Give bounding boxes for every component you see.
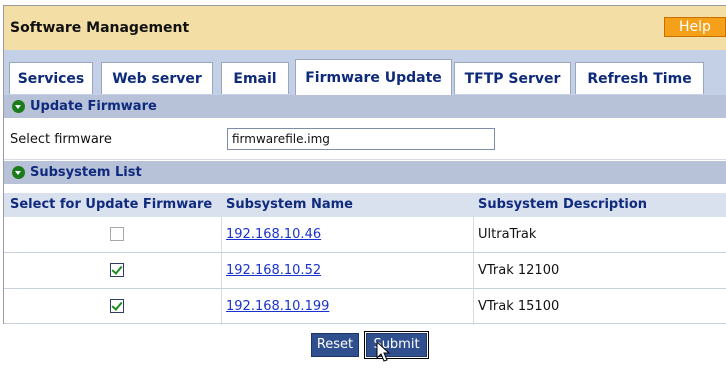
- tab-email[interactable]: Email: [221, 62, 289, 94]
- subsystem-list-section[interactable]: Subsystem List: [4, 161, 726, 184]
- table-header: Select for Update Firmware Subsystem Nam…: [4, 193, 726, 217]
- tab-tftp-server[interactable]: TFTP Server: [454, 62, 571, 94]
- expand-caret-icon: [12, 166, 25, 179]
- column-divider: [473, 253, 474, 289]
- column-header-select: Select for Update Firmware: [10, 197, 213, 212]
- tab-web-server[interactable]: Web server: [101, 62, 213, 94]
- column-divider: [473, 217, 474, 253]
- column-divider: [221, 253, 222, 289]
- select-checkbox[interactable]: [110, 299, 124, 313]
- select-firmware-label: Select firmware: [10, 132, 112, 147]
- update-firmware-section[interactable]: Update Firmware: [4, 95, 726, 118]
- firmware-file-input[interactable]: [227, 128, 495, 150]
- tab-firmware-update[interactable]: Firmware Update: [295, 59, 452, 95]
- table-row: 192.168.10.199 VTrak 15100: [4, 289, 726, 325]
- tab-refresh-time[interactable]: Refresh Time: [575, 62, 704, 94]
- mouse-pointer-icon: [376, 341, 391, 362]
- tab-services[interactable]: Services: [9, 62, 93, 94]
- help-button[interactable]: Help: [664, 17, 726, 37]
- subsystem-description: UltraTrak: [478, 227, 537, 242]
- column-divider: [221, 217, 222, 253]
- table-row: 192.168.10.52 VTrak 12100: [4, 253, 726, 289]
- column-divider: [473, 289, 474, 325]
- column-divider: [221, 289, 222, 325]
- column-header-name: Subsystem Name: [226, 197, 353, 212]
- software-management-panel: Software Management Help Services Web se…: [3, 5, 726, 325]
- subsystem-description: VTrak 12100: [478, 263, 560, 278]
- select-checkbox[interactable]: [110, 263, 124, 277]
- page-title: Software Management: [10, 20, 190, 36]
- subsystem-link[interactable]: 192.168.10.199: [226, 299, 329, 314]
- subsystem-link[interactable]: 192.168.10.52: [226, 263, 321, 278]
- expand-caret-icon: [12, 100, 25, 113]
- table-row: 192.168.10.46 UltraTrak: [4, 217, 726, 253]
- title-bar: Software Management Help: [4, 6, 726, 50]
- section-title: Update Firmware: [30, 99, 157, 114]
- reset-button[interactable]: Reset: [311, 333, 359, 357]
- section-title: Subsystem List: [30, 165, 142, 180]
- select-checkbox[interactable]: [110, 227, 124, 241]
- subsystem-description: VTrak 15100: [478, 299, 560, 314]
- column-header-description: Subsystem Description: [478, 197, 648, 212]
- subsystem-link[interactable]: 192.168.10.46: [226, 227, 321, 242]
- tab-strip: Services Web server Email Firmware Updat…: [4, 50, 726, 95]
